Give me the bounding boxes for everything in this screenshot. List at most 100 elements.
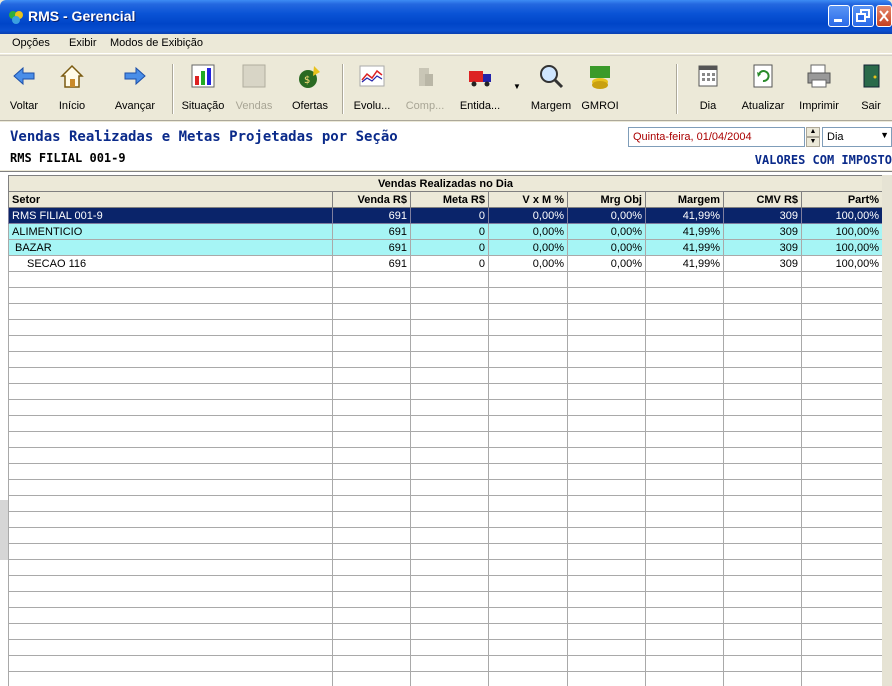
comp-button[interactable]: Comp... xyxy=(402,60,448,118)
cell-value[interactable]: 0,00% xyxy=(567,255,646,272)
empty-cell xyxy=(332,591,411,608)
empty-cell xyxy=(645,559,724,576)
date-spinner[interactable]: ▲ ▼ xyxy=(806,127,820,147)
ofertas-button[interactable]: $ Ofertas xyxy=(284,60,336,118)
table-row[interactable]: RMS FILIAL 001-9 691 0 0,00% 0,00% 41,99% 309 1… xyxy=(8,207,883,224)
dia-button[interactable]: Dia xyxy=(688,60,728,118)
empty-cell xyxy=(723,607,802,624)
empty-cell xyxy=(410,623,489,640)
cell-value[interactable]: 309 xyxy=(723,223,802,240)
menu-exibir[interactable]: Exibir xyxy=(69,37,97,49)
period-select[interactable]: Dia ▼ xyxy=(822,127,892,147)
cell-value[interactable]: 100,00% xyxy=(801,207,883,224)
empty-cell xyxy=(8,671,333,686)
sales-grid[interactable]: Vendas Realizadas no Dia Setor Venda R$ … xyxy=(8,175,883,686)
cell-setor[interactable]: SECAO 116 xyxy=(8,255,333,272)
close-button[interactable] xyxy=(876,5,892,27)
cell-value[interactable]: 691 xyxy=(332,207,411,224)
margem-button[interactable]: Margem xyxy=(526,60,576,118)
gmroi-button[interactable]: GMROI xyxy=(578,60,622,118)
empty-cell xyxy=(645,415,724,432)
col-header-cmv[interactable]: CMV R$ xyxy=(723,191,802,208)
empty-cell xyxy=(8,415,333,432)
cell-value[interactable]: 691 xyxy=(332,223,411,240)
cell-value[interactable]: 0,00% xyxy=(567,239,646,256)
cell-value[interactable]: 0 xyxy=(410,223,489,240)
menu-opcoes[interactable]: Opções xyxy=(12,37,50,49)
sair-button[interactable]: Sair xyxy=(852,60,890,118)
cell-setor[interactable]: RMS FILIAL 001-9 xyxy=(8,207,333,224)
empty-cell xyxy=(801,415,883,432)
empty-cell xyxy=(723,479,802,496)
page-title: Vendas Realizadas e Metas Projetadas por… xyxy=(10,129,398,145)
empty-cell xyxy=(488,399,568,416)
cell-value[interactable]: 0,00% xyxy=(488,223,568,240)
cell-value[interactable]: 41,99% xyxy=(645,255,724,272)
cell-value[interactable]: 100,00% xyxy=(801,239,883,256)
empty-cell xyxy=(332,287,411,304)
cell-value[interactable]: 691 xyxy=(332,239,411,256)
empty-cell xyxy=(567,319,646,336)
empty-cell xyxy=(332,399,411,416)
cell-value[interactable]: 0 xyxy=(410,255,489,272)
empty-row xyxy=(8,591,883,608)
menu-modos-de-exibicao[interactable]: Modos de Exibição xyxy=(110,37,203,49)
voltar-button[interactable]: Voltar xyxy=(2,60,46,118)
col-header-mrg-obj[interactable]: Mrg Obj xyxy=(567,191,646,208)
empty-cell xyxy=(410,575,489,592)
empty-cell xyxy=(332,447,411,464)
restore-button[interactable] xyxy=(852,5,874,27)
empty-cell xyxy=(8,399,333,416)
spin-up-icon[interactable]: ▲ xyxy=(806,127,820,137)
minimize-button[interactable] xyxy=(828,5,850,27)
col-header-vxm[interactable]: V x M % xyxy=(488,191,568,208)
avancar-button[interactable]: Avançar xyxy=(110,60,160,118)
cell-value[interactable]: 0 xyxy=(410,239,489,256)
vendas-button[interactable]: Vendas xyxy=(232,60,276,118)
empty-cell xyxy=(645,623,724,640)
cell-value[interactable]: 309 xyxy=(723,255,802,272)
date-field[interactable]: Quinta-feira, 01/04/2004 xyxy=(628,127,805,147)
cell-setor[interactable]: BAZAR xyxy=(8,239,333,256)
empty-cell xyxy=(645,655,724,672)
cell-value[interactable]: 691 xyxy=(332,255,411,272)
spin-down-icon[interactable]: ▼ xyxy=(806,137,820,147)
col-header-margem[interactable]: Margem xyxy=(645,191,724,208)
empty-row xyxy=(8,543,883,560)
col-header-part[interactable]: Part% xyxy=(801,191,883,208)
arrow-right-icon xyxy=(124,66,146,86)
cell-value[interactable]: 0,00% xyxy=(567,207,646,224)
cell-value[interactable]: 41,99% xyxy=(645,239,724,256)
col-header-venda[interactable]: Venda R$ xyxy=(332,191,411,208)
cell-value[interactable]: 100,00% xyxy=(801,223,883,240)
entidade-button[interactable]: Entida... xyxy=(454,60,506,118)
col-header-setor[interactable]: Setor xyxy=(8,191,333,208)
cell-value[interactable]: 41,99% xyxy=(645,223,724,240)
cell-setor[interactable]: ALIMENTICIO xyxy=(8,223,333,240)
empty-cell xyxy=(488,639,568,656)
table-row[interactable]: ALIMENTICIO 691 0 0,00% 0,00% 41,99% 309 100,00… xyxy=(8,223,883,240)
table-row[interactable]: SECAO 116 691 0 0,00% 0,00% 41,99% 309 100,00% xyxy=(8,255,883,272)
cell-value[interactable]: 309 xyxy=(723,207,802,224)
evolucao-button[interactable]: Evolu... xyxy=(348,60,396,118)
cell-value[interactable]: 0,00% xyxy=(488,255,568,272)
entidade-dropdown[interactable]: ▼ xyxy=(510,60,524,118)
cell-value[interactable]: 100,00% xyxy=(801,255,883,272)
inicio-button[interactable]: Início xyxy=(52,60,92,118)
col-header-meta[interactable]: Meta R$ xyxy=(410,191,489,208)
table-row[interactable]: BAZAR 691 0 0,00% 0,00% 41,99% 309 100,00% xyxy=(8,239,883,256)
cell-value[interactable]: 0,00% xyxy=(488,239,568,256)
empty-cell xyxy=(332,559,411,576)
cell-value[interactable]: 309 xyxy=(723,239,802,256)
imprimir-button[interactable]: Imprimir xyxy=(794,60,844,118)
cell-value[interactable]: 41,99% xyxy=(645,207,724,224)
cell-value[interactable]: 0,00% xyxy=(567,223,646,240)
situacao-button[interactable]: Situação xyxy=(176,60,230,118)
cell-value[interactable]: 0 xyxy=(410,207,489,224)
cell-value[interactable]: 0,00% xyxy=(488,207,568,224)
empty-cell xyxy=(488,607,568,624)
empty-cell xyxy=(645,431,724,448)
empty-cell xyxy=(332,351,411,368)
grid-scrollbar[interactable] xyxy=(882,175,892,686)
atualizar-button[interactable]: Atualizar xyxy=(736,60,790,118)
